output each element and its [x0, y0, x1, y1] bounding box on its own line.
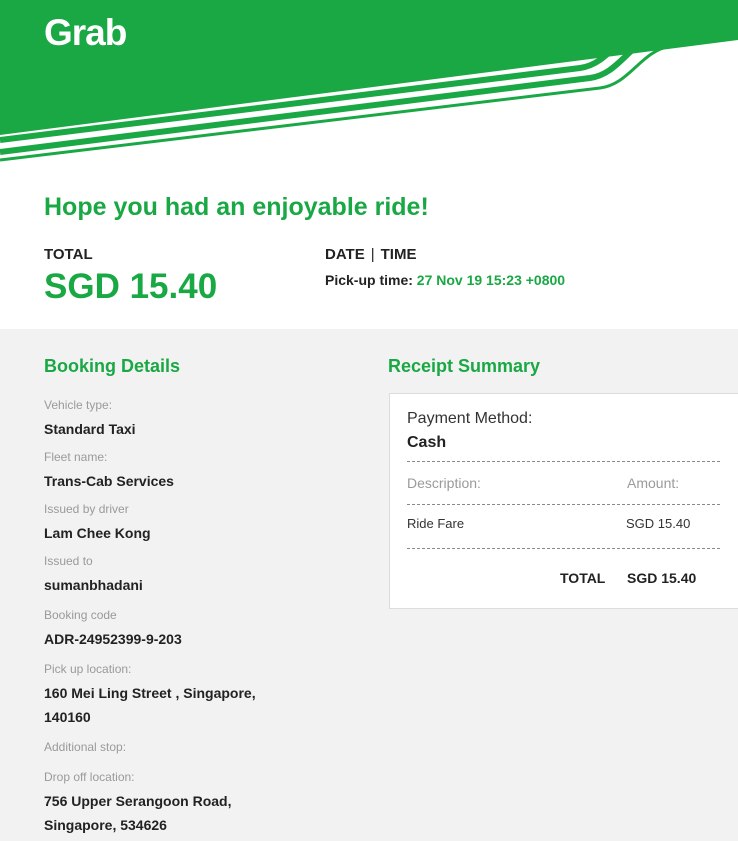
receipt-total-label: TOTAL [560, 570, 606, 586]
additional-stop-label: Additional stop: [44, 740, 127, 754]
booking-code-value: ADR-24952399-9-203 [44, 631, 182, 647]
dropoff-location-value-line2: Singapore, 534626 [44, 817, 167, 833]
payment-method-value: Cash [407, 434, 447, 451]
fleet-name-label: Fleet name: [44, 450, 108, 464]
divider [407, 461, 720, 462]
divider [407, 548, 720, 549]
dropoff-location-label: Drop off location: [44, 770, 135, 784]
receipt-total-value: SGD 15.40 [627, 570, 697, 586]
description-header: Description: [407, 475, 481, 491]
time-label: TIME [380, 246, 417, 263]
pickup-time-value: 27 Nov 19 15:23 +0800 [416, 272, 566, 288]
driver-value: Lam Chee Kong [44, 525, 151, 541]
date-time-label: DATE | TIME [325, 246, 416, 263]
pickup-time: Pick-up time: 27 Nov 19 15:23 +0800 [325, 272, 565, 288]
dropoff-location-value-line1: 756 Upper Serangoon Road, [44, 793, 232, 809]
payment-method-label: Payment Method: [407, 410, 533, 427]
booking-code-label: Booking code [44, 608, 117, 622]
total-label: TOTAL [44, 246, 93, 263]
driver-label: Issued by driver [44, 502, 129, 516]
header-banner: Grab [0, 0, 738, 170]
divider [407, 504, 720, 505]
total-amount: SGD 15.40 [44, 267, 218, 306]
headline: Hope you had an enjoyable ride! [44, 193, 429, 221]
booking-details-title: Booking Details [44, 356, 181, 376]
amount-header: Amount: [627, 475, 680, 491]
pickup-location-value-line1: 160 Mei Ling Street , Singapore, [44, 685, 256, 701]
ride-fare-description: Ride Fare [407, 516, 465, 531]
receipt-summary-title: Receipt Summary [388, 356, 541, 376]
issued-to-label: Issued to [44, 554, 93, 568]
pickup-location-value-line2: 140160 [44, 709, 91, 725]
issued-to-value: sumanbhadani [44, 577, 143, 593]
fleet-name-value: Trans-Cab Services [44, 473, 174, 489]
date-label: DATE [325, 246, 365, 263]
pickup-location-label: Pick up location: [44, 662, 132, 676]
vehicle-type-value: Standard Taxi [44, 421, 136, 437]
ride-fare-amount: SGD 15.40 [626, 516, 691, 531]
grab-logo[interactable]: Grab [44, 12, 127, 54]
date-separator: | [370, 246, 375, 263]
vehicle-type-label: Vehicle type: [44, 398, 113, 412]
receipt-card: Payment Method: Cash Description: Amount… [389, 393, 738, 609]
pickup-time-label: Pick-up time: [325, 272, 413, 288]
